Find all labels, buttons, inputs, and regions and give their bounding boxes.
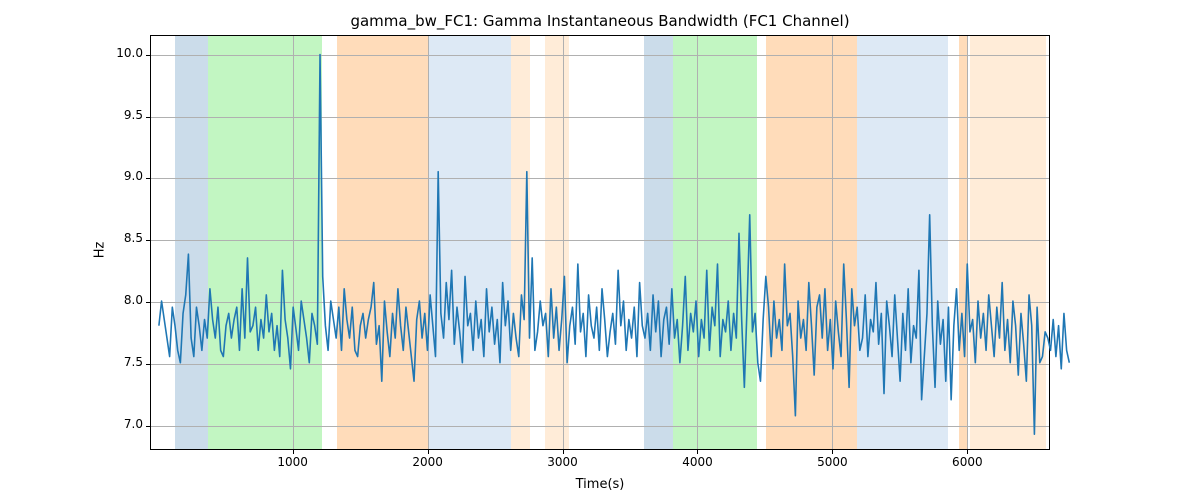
x-tick-label: 1000: [277, 449, 308, 469]
x-tick-label: 2000: [412, 449, 443, 469]
x-tick-label: 5000: [817, 449, 848, 469]
y-axis-label: Hz: [93, 242, 108, 259]
x-tick-label: 6000: [952, 449, 983, 469]
line-series: [151, 36, 1049, 449]
plot-area: 7.07.58.08.59.09.510.0100020003000400050…: [150, 35, 1050, 450]
y-tick-label: 8.5: [124, 231, 151, 245]
y-tick-label: 10.0: [116, 46, 151, 60]
y-tick-label: 8.0: [124, 293, 151, 307]
x-tick-label: 3000: [547, 449, 578, 469]
y-tick-label: 7.5: [124, 355, 151, 369]
chart-title: gamma_bw_FC1: Gamma Instantaneous Bandwi…: [0, 12, 1200, 30]
figure: gamma_bw_FC1: Gamma Instantaneous Bandwi…: [0, 0, 1200, 500]
x-axis-label: Time(s): [0, 477, 1200, 492]
x-tick-label: 4000: [682, 449, 713, 469]
y-tick-label: 9.5: [124, 108, 151, 122]
y-tick-label: 7.0: [124, 417, 151, 431]
y-tick-label: 9.0: [124, 169, 151, 183]
